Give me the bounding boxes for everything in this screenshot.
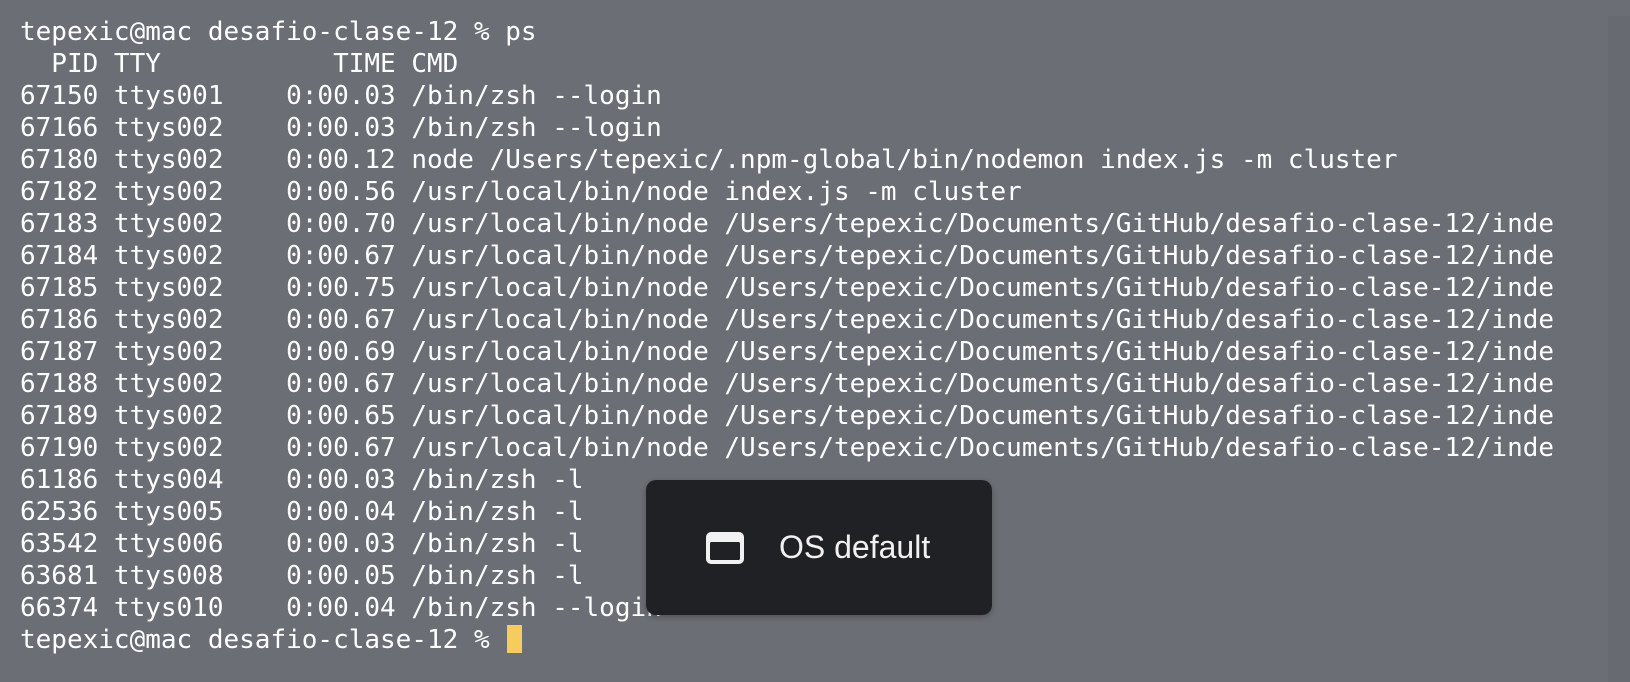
process-row: 67190 ttys002 0:00.67 /usr/local/bin/nod…	[20, 433, 1555, 463]
terminal-prompt-line[interactable]: tepexic@mac desafio-clase-12 %	[20, 624, 1590, 656]
scrollbar[interactable]	[1608, 16, 1630, 682]
process-row: 67184 ttys002 0:00.67 /usr/local/bin/nod…	[20, 241, 1555, 271]
process-row: 67182 ttys002 0:00.56 /usr/local/bin/nod…	[20, 177, 1022, 207]
process-row: 67187 ttys002 0:00.69 /usr/local/bin/nod…	[20, 337, 1555, 367]
terminal-command-line: tepexic@mac desafio-clase-12 % ps	[20, 17, 537, 47]
process-row: 67180 ttys002 0:00.12 node /Users/tepexi…	[20, 145, 1398, 175]
process-row: 67188 ttys002 0:00.67 /usr/local/bin/nod…	[20, 369, 1555, 399]
process-row: 67185 ttys002 0:00.75 /usr/local/bin/nod…	[20, 273, 1555, 303]
window-icon	[706, 531, 744, 564]
ps-header: PID TTY TIME CMD	[20, 49, 459, 79]
toast-label: OS default	[779, 529, 931, 565]
terminal-prompt: tepexic@mac desafio-clase-12 %	[20, 625, 506, 655]
process-row: 67183 ttys002 0:00.70 /usr/local/bin/nod…	[20, 209, 1555, 239]
process-row: 67189 ttys002 0:00.65 /usr/local/bin/nod…	[20, 401, 1555, 431]
process-row: 67186 ttys002 0:00.67 /usr/local/bin/nod…	[20, 305, 1555, 335]
process-row: 67166 ttys002 0:00.03 /bin/zsh --login	[20, 113, 662, 143]
theme-toast: OS default	[646, 480, 992, 615]
process-row: 67150 ttys001 0:00.03 /bin/zsh --login	[20, 81, 662, 111]
text-cursor	[507, 625, 523, 653]
